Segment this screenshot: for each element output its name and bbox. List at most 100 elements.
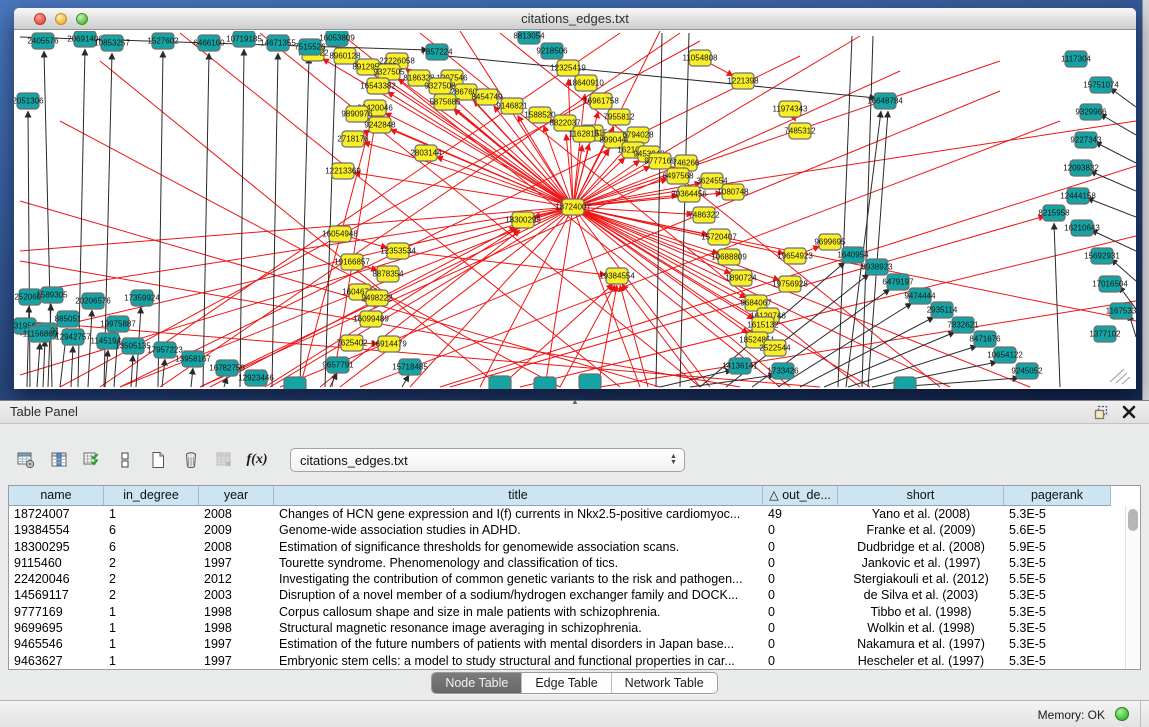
row-height-icon[interactable]: [111, 447, 139, 473]
table-cell: 9699695: [9, 620, 104, 636]
table-panel-header[interactable]: ▲ Table Panel: [0, 401, 1149, 424]
table-cell: 5.3E-5: [1004, 587, 1111, 603]
node-label: 5875685: [429, 98, 461, 107]
node-label: 18724007: [555, 203, 591, 212]
graph-node[interactable]: [534, 377, 556, 389]
node-label: 13958167: [175, 355, 211, 364]
node-label: 8215958: [1038, 209, 1070, 218]
table-cell: 22420046: [9, 571, 104, 587]
table-cell: 2: [104, 571, 199, 587]
table-cell: 5.6E-5: [1004, 522, 1111, 538]
table-cell: Tibbo et al. (1998): [838, 604, 1004, 620]
table-cell: 5.5E-5: [1004, 571, 1111, 587]
node-label: 8471676: [969, 335, 1001, 344]
node-label: 1080748: [717, 188, 749, 197]
node-label: 11156869: [23, 330, 58, 339]
minimize-window-icon[interactable]: [55, 13, 67, 25]
table-row[interactable]: 969969511998Structural magnetic resonanc…: [9, 620, 1140, 636]
column-header-3[interactable]: title: [274, 486, 763, 506]
table-cell: 49: [763, 506, 838, 522]
node-label: 9657791: [322, 361, 354, 370]
graph-node[interactable]: [284, 377, 306, 389]
table-cell: 2008: [199, 539, 274, 555]
table-cell: 18300295: [9, 539, 104, 555]
table-row[interactable]: 911546021997Tourette syndrome. Phenomeno…: [9, 555, 1140, 571]
scrollbar-thumb[interactable]: [1128, 509, 1138, 531]
network-view-window[interactable]: citations_edges.txt 18724007183002951938…: [14, 8, 1136, 389]
table-row[interactable]: 1938455462009Genome-wide association stu…: [9, 522, 1140, 538]
node-label: 16053809: [319, 34, 355, 43]
table-cell: 2: [104, 555, 199, 571]
float-panel-icon[interactable]: [1093, 404, 1109, 420]
graph-node[interactable]: [894, 377, 916, 389]
table-panel: ▲ Table Panel f(x)citations_edges.txt▲▼ …: [0, 400, 1149, 727]
table-cell: Corpus callosum shape and size in male p…: [274, 604, 763, 620]
node-label: 12923446: [238, 374, 274, 383]
node-label: 8938923: [861, 263, 893, 272]
node-label: 10654122: [987, 351, 1023, 360]
function-builder-icon[interactable]: f(x): [243, 447, 271, 473]
table-row[interactable]: 977716911998Corpus callosum shape and si…: [9, 604, 1140, 620]
graph-node[interactable]: [489, 376, 511, 389]
table-settings-icon[interactable]: [12, 447, 40, 473]
table-vertical-scrollbar[interactable]: [1125, 506, 1140, 669]
column-header-5[interactable]: short: [838, 486, 1004, 506]
table-cell: 5.3E-5: [1004, 653, 1111, 669]
table-row[interactable]: 1456911722003Disruption of a novel membe…: [9, 587, 1140, 603]
memory-status-indicator: [1115, 707, 1129, 721]
graph-node[interactable]: [579, 374, 601, 389]
application-window: citations_edges.txt 18724007183002951938…: [0, 0, 1149, 727]
tab-node-table[interactable]: Node Table: [432, 673, 522, 693]
table-cell: 0: [763, 539, 838, 555]
node-label: 9777169: [644, 157, 676, 166]
node-table[interactable]: namein_degreeyeartitle△ out_de...shortpa…: [8, 485, 1141, 670]
table-row[interactable]: 2242004622012Investigating the contribut…: [9, 571, 1140, 587]
tab-edge-table[interactable]: Edge Table: [522, 673, 611, 693]
table-cell: Stergiakouli et al. (2012): [838, 571, 1004, 587]
column-header-1[interactable]: in_degree: [104, 486, 199, 506]
node-label: 16210643: [1064, 224, 1100, 233]
import-table-disabled-icon[interactable]: [210, 447, 238, 473]
table-row[interactable]: 946554611997Estimation of the future num…: [9, 636, 1140, 652]
table-cell: 0: [763, 522, 838, 538]
network-table-selector[interactable]: citations_edges.txt▲▼: [290, 448, 685, 472]
node-label: 2718176: [337, 135, 369, 144]
node-label: 9474444: [904, 292, 936, 301]
column-header-4[interactable]: △ out_de...: [763, 486, 838, 506]
node-label: 9890976: [341, 110, 373, 119]
network-canvas[interactable]: 1872400718300295193845547663822896012889…: [14, 31, 1136, 389]
node-label: 746266: [673, 159, 700, 168]
new-file-icon[interactable]: [144, 447, 172, 473]
citation-network-graph[interactable]: 1872400718300295193845547663822896012889…: [14, 31, 1136, 389]
node-label: 16099489: [353, 315, 389, 324]
table-cell: Structural magnetic resonance image aver…: [274, 620, 763, 636]
node-label: 20364456: [671, 190, 707, 199]
table-row[interactable]: 1872400712008Changes of HCN gene express…: [9, 506, 1140, 522]
splitter-grip-icon[interactable]: ▲: [571, 397, 581, 406]
node-label: 10719185: [226, 35, 262, 44]
table-row[interactable]: 946362711997Embryonic stem cells: a mode…: [9, 653, 1140, 669]
select-columns-icon[interactable]: [45, 447, 73, 473]
table-row[interactable]: 1830029562008Estimation of significance …: [9, 539, 1140, 555]
table-body[interactable]: 1872400712008Changes of HCN gene express…: [9, 506, 1140, 669]
node-label: 1377102: [1089, 330, 1121, 339]
table-cell: 18724007: [9, 506, 104, 522]
node-label: 18300295: [505, 216, 541, 225]
table-cell: de Silva et al. (2003): [838, 587, 1004, 603]
close-panel-icon[interactable]: [1121, 404, 1137, 420]
selected-network-table: citations_edges.txt: [291, 453, 408, 468]
tab-network-table[interactable]: Network Table: [612, 673, 717, 693]
table-cell: 5.3E-5: [1004, 636, 1111, 652]
network-window-titlebar[interactable]: citations_edges.txt: [14, 8, 1136, 30]
column-header-6[interactable]: pagerank: [1004, 486, 1111, 506]
column-header-2[interactable]: year: [199, 486, 274, 506]
validate-table-icon[interactable]: [78, 447, 106, 473]
table-cell: Tourette syndrome. Phenomenology and cla…: [274, 555, 763, 571]
delete-table-icon[interactable]: [177, 447, 205, 473]
table-cell: Estimation of significance thresholds fo…: [274, 539, 763, 555]
zoom-window-icon[interactable]: [76, 13, 88, 25]
table-header-row[interactable]: namein_degreeyeartitle△ out_de...shortpa…: [9, 486, 1140, 506]
table-cell: 6: [104, 522, 199, 538]
column-header-0[interactable]: name: [9, 486, 104, 506]
close-window-icon[interactable]: [34, 13, 46, 25]
